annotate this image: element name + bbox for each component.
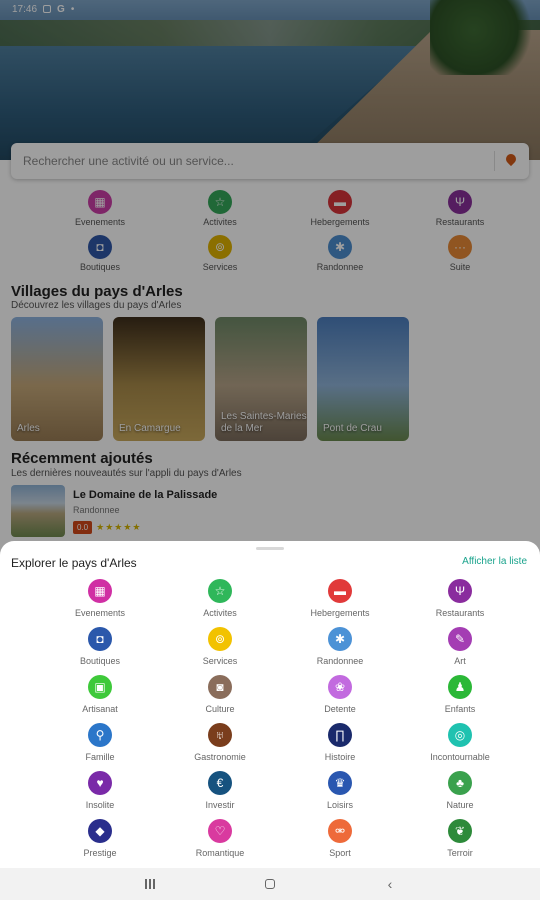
camera-icon: ◙: [208, 675, 232, 699]
category-label: Famille: [85, 752, 115, 762]
recents-button[interactable]: [140, 874, 160, 894]
category-label: Artisanat: [82, 704, 118, 714]
category-sport[interactable]: ⚮ Sport: [280, 819, 400, 860]
category-label: Investir: [205, 800, 235, 810]
category-label: Nature: [446, 800, 474, 810]
category-label: Hebergements: [310, 608, 370, 618]
system-navigation-bar: ‹: [0, 868, 540, 900]
category-label: Randonnee: [316, 656, 364, 666]
category-label: Sport: [329, 848, 351, 858]
lotus-icon: ❀: [328, 675, 352, 699]
pin-heart-icon: ♥: [88, 771, 112, 795]
category-services[interactable]: ⊚ Services: [160, 627, 280, 668]
shirt-icon: ♟: [448, 675, 472, 699]
sheet-drag-handle[interactable]: [256, 547, 284, 550]
category-label: Loisirs: [326, 800, 353, 810]
back-button[interactable]: ‹: [380, 874, 400, 894]
tree-icon: ♣: [448, 771, 472, 795]
explore-bottom-sheet: Explorer le pays d'Arles Afficher la lis…: [0, 541, 540, 868]
category-label: Incontournable: [430, 752, 490, 762]
category-label: Terroir: [447, 848, 473, 858]
category-label: Art: [454, 656, 466, 666]
category-investir[interactable]: € Investir: [160, 771, 280, 812]
car-icon: ⊚: [208, 627, 232, 651]
category-label: Insolite: [85, 800, 115, 810]
leaf-icon: ❦: [448, 819, 472, 843]
brush-icon: ✎: [448, 627, 472, 651]
wine-icon: ♅: [208, 723, 232, 747]
category-label: Evenements: [74, 608, 126, 618]
show-list-link[interactable]: Afficher la liste: [462, 556, 527, 567]
category-activites[interactable]: ☆ Activites: [160, 579, 280, 620]
sheet-title: Explorer le pays d'Arles: [11, 556, 137, 570]
category-loisirs[interactable]: ♛ Loisirs: [280, 771, 400, 812]
category-label: Restaurants: [435, 608, 485, 618]
category-label: Detente: [324, 704, 356, 714]
category-nature[interactable]: ♣ Nature: [400, 771, 520, 812]
euro-icon: €: [208, 771, 232, 795]
category-label: Boutiques: [79, 656, 121, 666]
bike-icon: ⚮: [328, 819, 352, 843]
category-gastronomie[interactable]: ♅ Gastronomie: [160, 723, 280, 764]
category-grid: ▦ Evenements ☆ Activites ▬ Hebergements Ψ Resta…: [40, 579, 520, 860]
category-terroir[interactable]: ❦ Terroir: [400, 819, 520, 860]
category-label: Histoire: [324, 752, 356, 762]
basket-icon: ▣: [88, 675, 112, 699]
bag-icon: ◘: [88, 627, 112, 651]
category-histoire[interactable]: ∏ Histoire: [280, 723, 400, 764]
category-label: Activites: [203, 608, 237, 618]
category-famille[interactable]: ⚲ Famille: [40, 723, 160, 764]
category-restaurants[interactable]: Ψ Restaurants: [400, 579, 520, 620]
calendar-icon: ▦: [88, 579, 112, 603]
home-button[interactable]: [260, 874, 280, 894]
category-label: Enfants: [444, 704, 476, 714]
arch-icon: ∏: [328, 723, 352, 747]
diamond-icon: ◆: [88, 819, 112, 843]
category-label: Services: [202, 656, 238, 666]
category-randonnee[interactable]: ✱ Randonnee: [280, 627, 400, 668]
family-icon: ⚲: [88, 723, 112, 747]
category-insolite[interactable]: ♥ Insolite: [40, 771, 160, 812]
category-artisanat[interactable]: ▣ Artisanat: [40, 675, 160, 716]
category-label: Culture: [205, 704, 235, 714]
category-evenements[interactable]: ▦ Evenements: [40, 579, 160, 620]
crown-icon: ♛: [328, 771, 352, 795]
target-icon: ◎: [448, 723, 472, 747]
category-culture[interactable]: ◙ Culture: [160, 675, 280, 716]
home-icon: [265, 879, 275, 889]
heart-icon: ♡: [208, 819, 232, 843]
category-art[interactable]: ✎ Art: [400, 627, 520, 668]
category-enfants[interactable]: ♟ Enfants: [400, 675, 520, 716]
category-detente[interactable]: ❀ Detente: [280, 675, 400, 716]
star-icon: ☆: [208, 579, 232, 603]
fork-knife-icon: Ψ: [448, 579, 472, 603]
category-hebergements[interactable]: ▬ Hebergements: [280, 579, 400, 620]
category-incontournable[interactable]: ◎ Incontournable: [400, 723, 520, 764]
category-label: Romantique: [195, 848, 245, 858]
hiker-icon: ✱: [328, 627, 352, 651]
category-romantique[interactable]: ♡ Romantique: [160, 819, 280, 860]
category-prestige[interactable]: ◆ Prestige: [40, 819, 160, 860]
category-boutiques[interactable]: ◘ Boutiques: [40, 627, 160, 668]
category-label: Gastronomie: [194, 752, 246, 762]
category-label: Prestige: [83, 848, 117, 858]
bed-icon: ▬: [328, 579, 352, 603]
